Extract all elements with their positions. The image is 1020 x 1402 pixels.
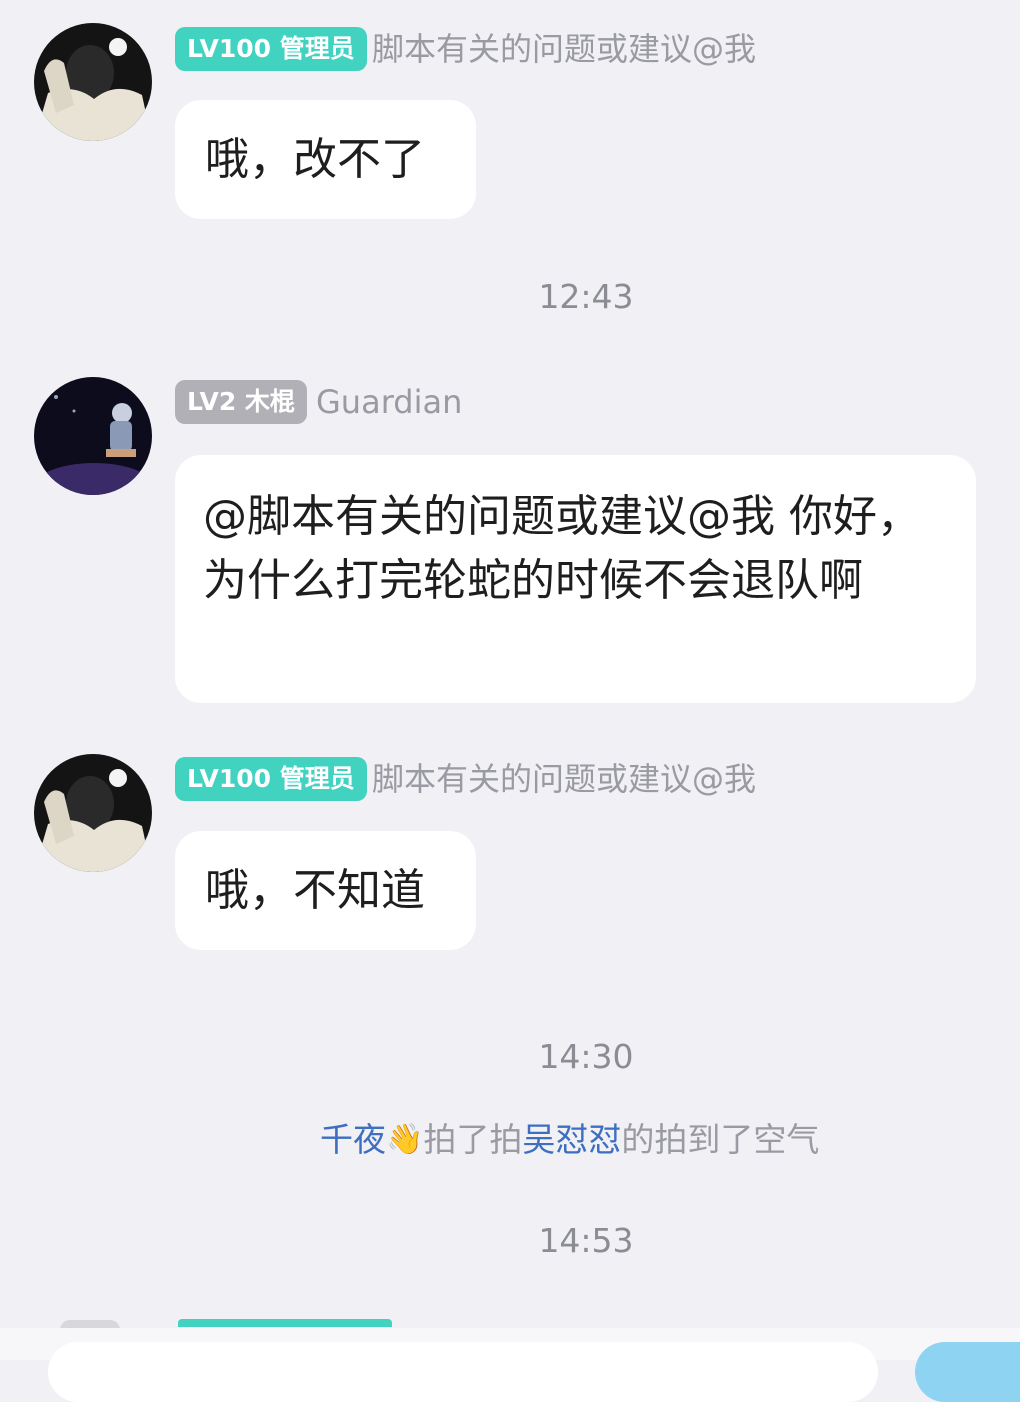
message-text: 哦，改不了 [205, 134, 425, 185]
sender-nickname[interactable]: 脚本有关的问题或建议@我 [372, 27, 756, 71]
message-bubble[interactable]: @脚本有关的问题或建议@我 你好，为什么打完轮蛇的时候不会退队啊 [175, 455, 976, 703]
level-badge: LV2 木棍 [175, 380, 307, 424]
send-button[interactable] [915, 1342, 1020, 1402]
level-badge: LV100 管理员 [175, 757, 367, 801]
level-badge: LV100 管理员 [175, 27, 367, 71]
timestamp: 14:30 [538, 1037, 634, 1076]
timestamp: 14:53 [538, 1221, 634, 1260]
sender-nickname[interactable]: 脚本有关的问题或建议@我 [372, 757, 756, 801]
nudge-notice: 千夜👋拍了拍吴怼怼的拍到了空气 [320, 1118, 819, 1162]
message-bubble[interactable]: 哦，改不了 [175, 100, 476, 219]
sender-nickname[interactable]: Guardian [316, 380, 462, 424]
message-text: 哦，不知道 [205, 865, 425, 916]
partial-level-badge [178, 1319, 392, 1327]
nudge-actor-name[interactable]: 千夜 [320, 1120, 386, 1159]
member-avatar[interactable] [34, 377, 152, 495]
timestamp: 12:43 [538, 277, 634, 316]
message-bubble[interactable]: 哦，不知道 [175, 831, 476, 950]
nudge-target-name[interactable]: 吴怼怼 [522, 1120, 621, 1159]
message-input[interactable] [48, 1342, 878, 1402]
admin-avatar[interactable] [34, 23, 152, 141]
nudge-suffix: 的拍到了空气 [621, 1120, 820, 1159]
admin-avatar[interactable] [34, 754, 152, 872]
nudge-verb: 拍了拍 [423, 1120, 523, 1159]
message-text: @脚本有关的问题或建议@我 你好，为什么打完轮蛇的时候不会退队啊 [203, 491, 921, 606]
waving-hand-icon: 👋 [386, 1122, 424, 1157]
